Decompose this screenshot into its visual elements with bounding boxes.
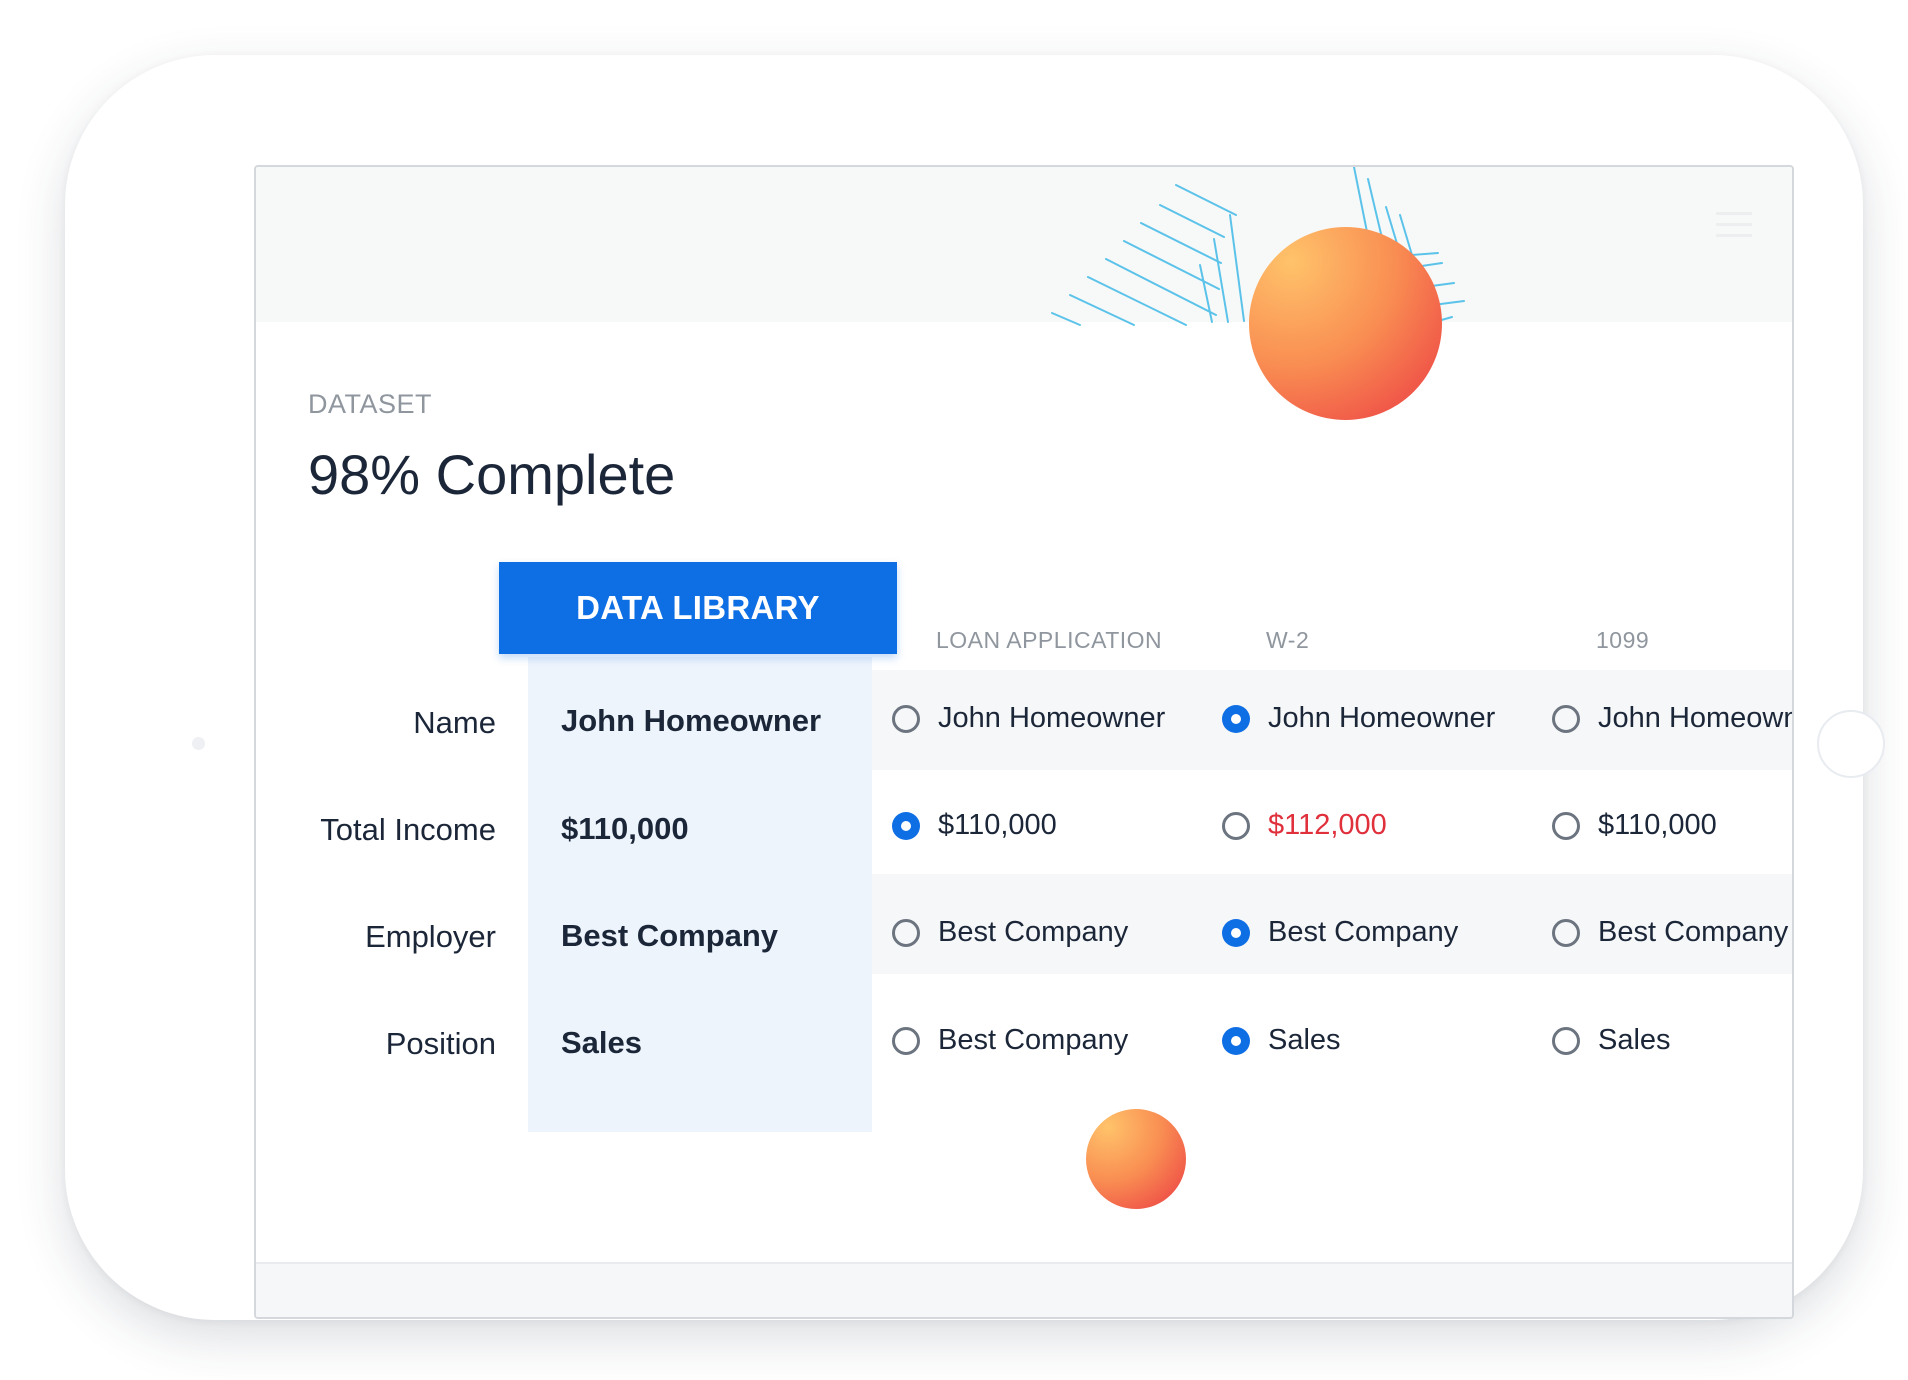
column-header-w2: W-2: [1266, 627, 1310, 653]
library-value-position: Sales: [561, 1025, 643, 1060]
radio-unselected-icon[interactable]: [1552, 918, 1580, 947]
radio-unselected-icon[interactable]: [892, 918, 920, 947]
completion-title: 98% Complete: [308, 443, 676, 506]
bottom-strip: [256, 1262, 1792, 1317]
option-text: Best Company: [1598, 916, 1789, 948]
radio-unselected-icon[interactable]: [1552, 1026, 1580, 1055]
option-loan-application-name[interactable]: John Homeowner: [892, 702, 1165, 735]
option-text: John Homeowner: [938, 702, 1166, 734]
option-1099-position[interactable]: Sales: [1552, 1024, 1671, 1057]
option-1099-name[interactable]: John Homeowner: [1552, 702, 1792, 735]
option-text: Best Company: [1268, 916, 1459, 948]
radio-unselected-icon[interactable]: [892, 704, 920, 733]
option-w2-total-income[interactable]: $112,000: [1222, 809, 1387, 842]
tablet-frame: DATASET 98% Complete DATA LIBRARY LOAN A…: [65, 55, 1885, 1320]
option-text: Sales: [1598, 1024, 1671, 1056]
option-loan-application-total-income[interactable]: $110,000: [892, 809, 1057, 842]
option-text: John Homeowner: [1598, 702, 1792, 734]
option-text: Sales: [1268, 1024, 1341, 1056]
radio-unselected-icon[interactable]: [1552, 811, 1580, 840]
option-w2-name[interactable]: John Homeowner: [1222, 702, 1495, 735]
option-1099-employer[interactable]: Best Company: [1552, 916, 1788, 949]
row-label-position: Position: [385, 1026, 496, 1061]
option-text: Best Company: [938, 1024, 1129, 1056]
option-loan-application-employer[interactable]: Best Company: [892, 916, 1128, 949]
library-value-total-income: $110,000: [561, 811, 689, 846]
option-text: John Homeowner: [1268, 702, 1496, 734]
option-text-mismatch: $112,000: [1268, 809, 1387, 841]
dataset-label: DATASET: [308, 389, 433, 419]
option-w2-position[interactable]: Sales: [1222, 1024, 1341, 1057]
option-text: $110,000: [1598, 809, 1717, 841]
option-w2-employer[interactable]: Best Company: [1222, 916, 1458, 949]
option-text: Best Company: [938, 916, 1129, 948]
column-header-loan-application: LOAN APPLICATION: [936, 627, 1163, 653]
radio-selected-icon[interactable]: [1222, 1026, 1250, 1055]
option-loan-application-position[interactable]: Best Company: [892, 1024, 1128, 1057]
library-value-employer: Best Company: [561, 918, 779, 953]
radio-selected-icon[interactable]: [1222, 918, 1250, 947]
radio-unselected-icon[interactable]: [1552, 704, 1580, 733]
row-label-name: Name: [413, 705, 496, 740]
library-value-name: John Homeowner: [561, 703, 822, 738]
menu-icon[interactable]: [1716, 212, 1752, 238]
option-text: $110,000: [938, 809, 1057, 841]
radio-unselected-icon[interactable]: [892, 1026, 920, 1055]
radio-selected-icon[interactable]: [892, 811, 920, 840]
decorative-sphere-small: [1086, 1109, 1186, 1209]
app-screen: DATASET 98% Complete DATA LIBRARY LOAN A…: [254, 165, 1794, 1319]
row-label-total-income: Total Income: [320, 812, 496, 847]
decorative-sphere-large: [1249, 227, 1442, 420]
radio-selected-icon[interactable]: [1222, 704, 1250, 733]
column-header-1099: 1099: [1596, 627, 1650, 653]
radio-unselected-icon[interactable]: [1222, 811, 1250, 840]
row-label-employer: Employer: [365, 919, 496, 954]
home-button[interactable]: [1817, 710, 1885, 778]
data-library-tab[interactable]: DATA LIBRARY: [499, 562, 897, 654]
option-1099-total-income[interactable]: $110,000: [1552, 809, 1717, 842]
camera-dot: [192, 737, 205, 750]
